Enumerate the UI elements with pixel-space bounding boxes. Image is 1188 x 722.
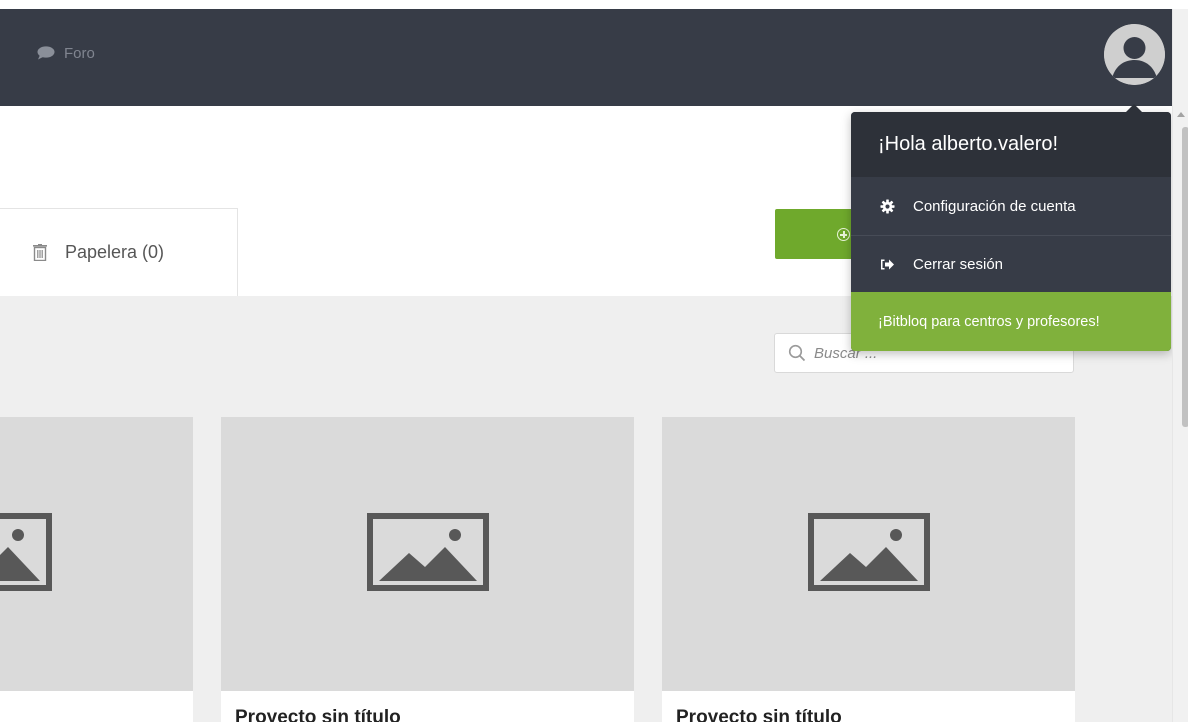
scroll-up-arrow[interactable] [1177, 112, 1185, 117]
nav-forum-link[interactable]: Foro [37, 43, 95, 63]
project-thumbnail [221, 417, 634, 691]
user-menu-dropdown: ¡Hola alberto.valero! Configuración de c… [851, 104, 1171, 351]
project-thumbnail [0, 417, 193, 691]
menu-item-label: Cerrar sesión [913, 255, 1004, 273]
scroll-thumb[interactable] [1182, 127, 1188, 427]
menu-item-bitbloq-promo[interactable]: ¡Bitbloq para centros y profesores! [851, 292, 1171, 351]
project-title: Proyecto sin título [235, 707, 401, 722]
user-avatar-button[interactable] [1104, 24, 1165, 85]
search-icon [788, 344, 806, 362]
tab-trash-label: Papelera (0) [65, 242, 165, 262]
plus-circle-icon [837, 228, 850, 241]
user-avatar-icon [1104, 24, 1165, 85]
image-placeholder-icon [367, 513, 489, 591]
menu-item-logout[interactable]: Cerrar sesión [851, 235, 1171, 293]
project-card[interactable]: Proyecto sin título [221, 417, 634, 722]
chat-bubble-icon [37, 46, 55, 60]
tab-trash[interactable]: Papelera (0) [0, 208, 238, 296]
project-card[interactable] [0, 417, 193, 722]
image-placeholder-icon [808, 513, 930, 591]
top-navbar: Foro [0, 9, 1172, 106]
project-thumbnail [662, 417, 1075, 691]
page-scrollbar[interactable] [1172, 9, 1188, 722]
window-top-edge [0, 0, 1188, 9]
nav-forum-label: Foro [64, 44, 95, 62]
project-card[interactable]: Proyecto sin título [662, 417, 1075, 722]
gear-icon [879, 198, 895, 214]
project-title: Proyecto sin título [676, 707, 842, 722]
trash-icon [33, 244, 47, 261]
menu-item-account-settings[interactable]: Configuración de cuenta [851, 177, 1171, 235]
menu-item-label: Configuración de cuenta [913, 197, 1076, 215]
image-placeholder-icon [0, 513, 52, 591]
user-greeting: ¡Hola alberto.valero! [851, 112, 1171, 177]
sign-out-icon [879, 258, 895, 271]
